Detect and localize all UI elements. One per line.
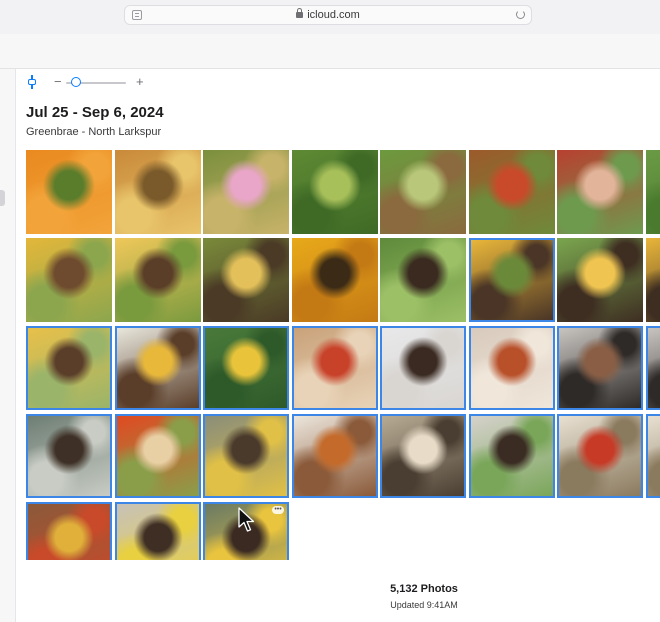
photo-thumbnail[interactable] [645, 414, 660, 498]
photo-thumbnail[interactable] [380, 238, 466, 322]
photo-thumbnail[interactable] [380, 414, 466, 498]
photo-thumbnail[interactable] [114, 502, 201, 560]
photo-thumbnail[interactable] [468, 150, 555, 234]
more-options-icon[interactable]: ••• [272, 506, 284, 514]
zoom-in-icon[interactable]: + [136, 75, 144, 89]
photo-thumbnail[interactable] [291, 326, 378, 410]
photo-thumbnail[interactable] [645, 238, 660, 322]
photo-thumbnail[interactable] [380, 150, 466, 234]
app-toolbar [0, 34, 660, 69]
photo-thumbnail[interactable] [291, 150, 378, 234]
photo-thumbnail[interactable] [468, 326, 555, 410]
photo-thumbnail[interactable] [291, 414, 378, 498]
photo-thumbnail[interactable] [114, 150, 201, 234]
photo-thumbnail[interactable] [468, 238, 555, 322]
photo-thumbnail[interactable] [203, 326, 289, 410]
date-range-title: Jul 25 - Sep 6, 2024 [26, 104, 164, 121]
photo-thumbnail[interactable] [26, 326, 112, 410]
photo-thumbnail[interactable] [26, 414, 112, 498]
photo-thumbnail[interactable] [203, 150, 289, 234]
photo-thumbnail[interactable] [468, 414, 555, 498]
photo-thumbnail[interactable] [114, 414, 201, 498]
address-bar[interactable]: icloud.com [124, 5, 532, 25]
zoom-out-icon[interactable]: − [54, 75, 62, 89]
photo-thumbnail[interactable] [557, 150, 643, 234]
last-updated: Updated 9:41AM [390, 600, 458, 610]
photo-thumbnail[interactable] [26, 238, 112, 322]
photo-thumbnail[interactable] [557, 414, 643, 498]
photo-thumbnail[interactable] [645, 326, 660, 410]
photo-thumbnail[interactable] [557, 326, 643, 410]
url-text: icloud.com [307, 9, 360, 21]
zoom-slider-knob[interactable] [71, 77, 81, 87]
photo-count: 5,132 Photos [390, 583, 458, 595]
photo-grid: ••• [26, 150, 660, 560]
reload-icon[interactable] [516, 10, 525, 19]
lock-icon [296, 8, 304, 18]
sidebar-handle[interactable] [0, 190, 5, 206]
sidebar [0, 69, 16, 622]
photo-thumbnail[interactable] [114, 238, 201, 322]
location-subtitle: Greenbrae - North Larkspur [26, 126, 162, 138]
photo-thumbnail[interactable] [557, 238, 643, 322]
photo-thumbnail[interactable] [291, 238, 378, 322]
photo-thumbnail[interactable] [645, 150, 660, 234]
photo-thumbnail[interactable] [203, 414, 289, 498]
browser-chrome: icloud.com [0, 0, 660, 34]
photo-thumbnail[interactable] [114, 326, 201, 410]
photo-thumbnail[interactable] [380, 326, 466, 410]
photo-thumbnail[interactable] [26, 502, 112, 560]
photo-thumbnail[interactable] [203, 238, 289, 322]
photo-thumbnail[interactable] [26, 150, 112, 234]
aspect-toggle-icon[interactable] [26, 75, 38, 89]
mouse-cursor-icon [238, 507, 255, 532]
